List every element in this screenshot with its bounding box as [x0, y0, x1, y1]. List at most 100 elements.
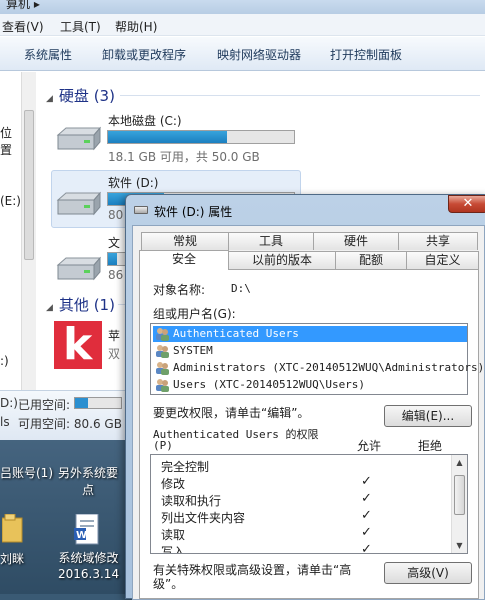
- tab-security[interactable]: 安全: [139, 250, 229, 270]
- other-item-sub: 双: [108, 347, 121, 361]
- menu-bar: 查看(V) 工具(T) 帮助(H): [0, 14, 485, 36]
- nav-item[interactable]: (E:): [0, 194, 21, 208]
- status-usage-bar: [74, 397, 122, 409]
- drive-d-name: 软件 (D:): [108, 176, 159, 190]
- check-icon: ✓: [361, 508, 372, 523]
- other-header-label: 其他 (1): [58, 296, 115, 314]
- user-row[interactable]: Users (XTC-20140512WUQ\Users): [153, 377, 467, 393]
- drive-c-name: 本地磁盘 (C:): [108, 114, 182, 128]
- app-k-icon[interactable]: k: [54, 319, 102, 370]
- permissions-label: Authenticated Users 的权限: [153, 428, 319, 441]
- hard-disks-header[interactable]: ◢ 硬盘 (3): [46, 85, 115, 106]
- permission-row: 读取和执行 ✓: [161, 491, 451, 508]
- drive-title-icon: [134, 206, 148, 214]
- nav-scrollbar-thumb[interactable]: [24, 110, 34, 260]
- status-used-label: 已用空间:: [18, 398, 71, 412]
- desktop-icon-label[interactable]: 刘眯: [0, 550, 24, 567]
- tab-tools[interactable]: 工具: [228, 232, 314, 250]
- edit-hint: 要更改权限，请单击“编辑”。: [153, 406, 310, 420]
- group-users-label: 组或用户名(G):: [153, 307, 236, 321]
- permission-row: 写入 ✓: [161, 542, 451, 554]
- permissions-list[interactable]: 完全控制 修改 ✓ 读取和执行 ✓ 列出文件夹内容 ✓ 读取 ✓ 写入 ✓ ▲ …: [150, 454, 468, 554]
- menu-view[interactable]: 查看(V): [2, 18, 44, 35]
- edit-button[interactable]: 编辑(E)...: [384, 405, 472, 427]
- check-icon: ✓: [361, 474, 372, 489]
- group-divider: [120, 95, 480, 96]
- map-network-drive-button[interactable]: 映射网络驱动器: [217, 46, 301, 63]
- tab-customize[interactable]: 自定义: [406, 251, 479, 269]
- hard-drive-icon: [56, 191, 102, 216]
- object-name-value: D:\: [231, 282, 251, 295]
- tab-quota[interactable]: 配额: [335, 251, 407, 269]
- tab-sharing[interactable]: 共享: [398, 232, 478, 250]
- hard-drive-icon: [56, 126, 102, 151]
- tab-previous-versions[interactable]: 以前的版本: [228, 251, 336, 269]
- scroll-up-icon[interactable]: ▲: [452, 455, 467, 470]
- dialog-title: 软件 (D:) 属性: [154, 205, 233, 219]
- system-properties-button[interactable]: 系统属性: [24, 46, 72, 63]
- nav-item[interactable]: 位置: [0, 124, 21, 158]
- permission-name: 读取: [161, 528, 186, 542]
- desktop-icon-label[interactable]: 吕账号(1): [0, 464, 53, 481]
- drive-c-usage-bar: [107, 130, 295, 144]
- permission-name: 修改: [161, 477, 186, 491]
- deny-header: 拒绝: [418, 439, 443, 453]
- other-header[interactable]: ◢ 其他 (1): [46, 294, 115, 315]
- menu-help[interactable]: 帮助(H): [115, 18, 157, 35]
- word-document-icon[interactable]: W: [74, 514, 100, 546]
- scroll-down-icon[interactable]: ▼: [452, 538, 467, 553]
- nav-item[interactable]: :): [0, 354, 9, 368]
- permissions-scrollbar[interactable]: ▲ ▼: [451, 455, 467, 553]
- object-name-label: 对象名称:: [153, 283, 206, 297]
- permission-name: 读取和执行: [161, 494, 222, 508]
- allow-header: 允许: [357, 439, 382, 453]
- user-row[interactable]: Administrators (XTC-20140512WUQ\Administ…: [153, 360, 484, 376]
- user-name: Users (XTC-20140512WUQ\Users): [173, 378, 366, 391]
- advanced-button[interactable]: 高级(V): [384, 562, 472, 584]
- users-group-icon: [156, 379, 169, 392]
- uninstall-program-button[interactable]: 卸载或更改程序: [102, 46, 186, 63]
- tab-hardware[interactable]: 硬件: [313, 232, 399, 250]
- permission-row: 读取 ✓: [161, 525, 451, 542]
- advanced-hint-2: 级”。: [153, 577, 184, 591]
- explorer-title: 算机 ▸: [6, 0, 40, 11]
- permission-name: 列出文件夹内容: [161, 511, 246, 525]
- desktop-icon-label[interactable]: 另外系统要 点: [58, 464, 118, 498]
- drive-e-name: 文: [108, 236, 121, 250]
- collapse-arrow-icon[interactable]: ◢: [46, 303, 53, 313]
- user-name: Authenticated Users: [173, 327, 299, 340]
- status-prefix-2: ls: [0, 415, 10, 429]
- user-row[interactable]: Authenticated Users: [153, 326, 467, 342]
- folder-icon[interactable]: [2, 514, 24, 544]
- close-button[interactable]: ✕: [448, 195, 485, 213]
- check-icon: ✓: [361, 525, 372, 540]
- permission-name: 完全控制: [161, 460, 210, 474]
- drive-c-size: 18.1 GB 可用，共 50.0 GB: [108, 150, 260, 164]
- drive-e-size: 86: [108, 268, 124, 282]
- desktop-icon-label[interactable]: 系统域修改 2016.3.14: [58, 550, 119, 582]
- drive-d-size: 80: [108, 208, 124, 222]
- hard-drive-icon: [56, 256, 102, 281]
- navigation-pane: 位置 (E:) :): [0, 72, 22, 390]
- collapse-arrow-icon[interactable]: ◢: [46, 94, 53, 104]
- svg-text:W: W: [76, 530, 87, 541]
- users-group-icon: [156, 328, 169, 341]
- properties-dialog: 软件 (D:) 属性 ✕ 常规 工具 硬件 共享 安全 以前的版本 配额 自定义…: [125, 194, 485, 600]
- status-drive-prefix: D:): [0, 396, 18, 410]
- permission-row: 完全控制: [161, 458, 451, 474]
- permission-row: 修改 ✓: [161, 474, 451, 491]
- permission-name: 写入: [161, 545, 186, 554]
- drive-e-usage-fill: [108, 253, 118, 265]
- open-control-panel-button[interactable]: 打开控制面板: [330, 46, 402, 63]
- users-group-icon: [156, 362, 169, 375]
- other-item-name: 苹: [108, 329, 121, 343]
- check-icon: ✓: [361, 542, 372, 554]
- menu-tools[interactable]: 工具(T): [60, 18, 101, 35]
- tab-general[interactable]: 常规: [141, 232, 229, 250]
- drive-c-usage-fill: [108, 131, 228, 143]
- check-icon: ✓: [361, 491, 372, 506]
- users-listbox[interactable]: Authenticated Users SYSTEM Administrator…: [150, 323, 484, 395]
- hard-disks-header-label: 硬盘 (3): [58, 87, 115, 105]
- scrollbar-thumb[interactable]: [454, 475, 465, 515]
- user-row[interactable]: SYSTEM: [153, 343, 467, 359]
